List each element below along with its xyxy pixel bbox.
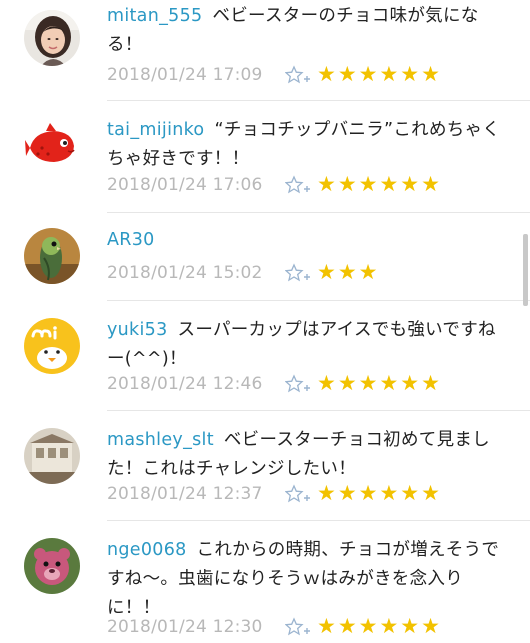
star-rating: ★★★ <box>317 260 380 284</box>
avatar[interactable] <box>24 10 80 66</box>
scrollbar[interactable] <box>523 234 528 306</box>
star-rating: ★★★★★★ <box>317 172 442 196</box>
star-plus-icon[interactable] <box>284 617 311 639</box>
username-link[interactable]: mashley_slt <box>107 430 214 450</box>
comment-meta: 2018/01/24 12:46 ★★★★★★ <box>107 371 507 397</box>
comment-text-block: mashley_slt ベビースターチョコ初めて見ました！これはチャレンジしたい！ <box>107 426 507 484</box>
star-rating: ★★★★★★ <box>317 481 442 505</box>
avatar[interactable] <box>24 538 80 594</box>
timestamp: 2018/01/24 15:02 <box>107 263 263 283</box>
avatar[interactable] <box>24 318 80 374</box>
star-rating: ★★★★★★ <box>317 62 442 86</box>
username-link[interactable]: mitan_555 <box>107 6 202 26</box>
comment-text-block: yuki53 スーパーカップはアイスでも強いですねー(^^)！ <box>107 316 507 374</box>
avatar[interactable] <box>24 428 80 484</box>
comment-meta: 2018/01/24 12:37 ★★★★★★ <box>107 481 507 507</box>
timestamp: 2018/01/24 12:46 <box>107 374 263 394</box>
comment-feed: mitan_555 ベビースターのチョコ味が気になる！ 2018/01/24 17… <box>0 0 530 640</box>
timestamp: 2018/01/24 12:37 <box>107 484 263 504</box>
star-plus-icon[interactable] <box>284 65 311 87</box>
comment-text-block: nge0068 これからの時期、チョコが増えそうですね〜。虫歯になりそうｗはみがき… <box>107 536 507 623</box>
username-link[interactable]: yuki53 <box>107 320 168 340</box>
comment-meta: 2018/01/24 12:30 ★★★★★★ <box>107 614 507 640</box>
divider <box>107 520 530 521</box>
avatar[interactable] <box>24 228 80 284</box>
star-plus-icon[interactable] <box>284 374 311 396</box>
username-link[interactable]: tai_mijinko <box>107 120 204 140</box>
timestamp: 2018/01/24 17:06 <box>107 175 263 195</box>
comment-text-block: AR30 <box>107 226 507 255</box>
avatar[interactable] <box>24 118 80 174</box>
comment-meta: 2018/01/24 15:02 ★★★ <box>107 260 507 286</box>
star-plus-icon[interactable] <box>284 175 311 197</box>
timestamp: 2018/01/24 17:09 <box>107 65 263 85</box>
comment-meta: 2018/01/24 17:06 ★★★★★★ <box>107 172 507 198</box>
divider <box>107 300 530 301</box>
comment-text-block: tai_mijinko “チョコチップバニラ”これめちゃくちゃ好きです！！ <box>107 116 507 174</box>
star-plus-icon[interactable] <box>284 484 311 506</box>
star-rating: ★★★★★★ <box>317 614 442 638</box>
divider <box>107 100 530 101</box>
username-link[interactable]: AR30 <box>107 230 155 250</box>
star-rating: ★★★★★★ <box>317 371 442 395</box>
star-plus-icon[interactable] <box>284 263 311 285</box>
divider <box>107 410 530 411</box>
comment-text-block: mitan_555 ベビースターのチョコ味が気になる！ <box>107 2 507 60</box>
divider <box>107 212 530 213</box>
comment-meta: 2018/01/24 17:09 ★★★★★★ <box>107 62 507 88</box>
timestamp: 2018/01/24 12:30 <box>107 617 263 637</box>
username-link[interactable]: nge0068 <box>107 540 187 560</box>
